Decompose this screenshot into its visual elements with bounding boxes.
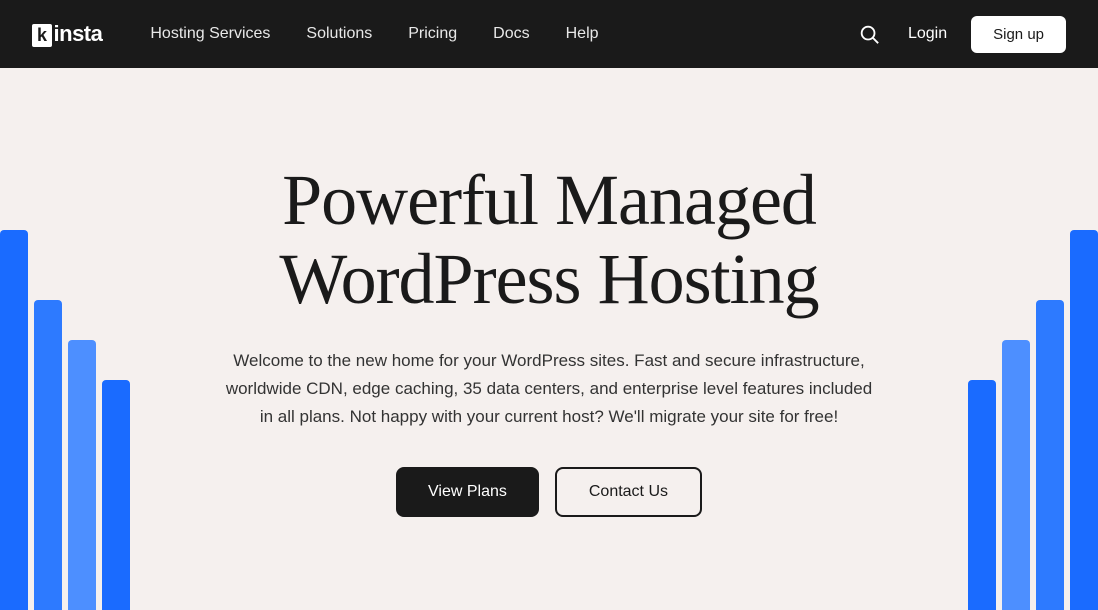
hero-description: Welcome to the new home for your WordPre… [219, 347, 879, 431]
view-plans-button[interactable]: View Plans [396, 467, 539, 517]
column-bar [102, 380, 130, 610]
contact-us-button[interactable]: Contact Us [555, 467, 702, 517]
hero-section: Powerful Managed WordPress Hosting Welco… [0, 68, 1098, 610]
column-bar [34, 300, 62, 610]
column-bar [1002, 340, 1030, 610]
decorative-columns-right [968, 170, 1098, 610]
nav-links: Hosting Services Solutions Pricing Docs … [150, 25, 854, 43]
decorative-columns-left [0, 170, 130, 610]
navbar: kinsta Hosting Services Solutions Pricin… [0, 0, 1098, 68]
hero-title: Powerful Managed WordPress Hosting [199, 161, 899, 319]
nav-item-solutions[interactable]: Solutions [306, 25, 372, 43]
nav-item-help[interactable]: Help [566, 25, 599, 43]
logo[interactable]: kinsta [32, 21, 102, 47]
signup-button[interactable]: Sign up [971, 16, 1066, 53]
column-bar [968, 380, 996, 610]
nav-right: Login Sign up [854, 16, 1066, 53]
column-bar [1070, 230, 1098, 610]
column-bar [1036, 300, 1064, 610]
login-link[interactable]: Login [908, 25, 947, 43]
column-bar [68, 340, 96, 610]
nav-item-hosting-services[interactable]: Hosting Services [150, 25, 270, 43]
search-icon [858, 23, 880, 45]
nav-item-pricing[interactable]: Pricing [408, 25, 457, 43]
search-button[interactable] [854, 19, 884, 49]
hero-buttons: View Plans Contact Us [396, 467, 702, 517]
column-bar [0, 230, 28, 610]
nav-item-docs[interactable]: Docs [493, 25, 529, 43]
